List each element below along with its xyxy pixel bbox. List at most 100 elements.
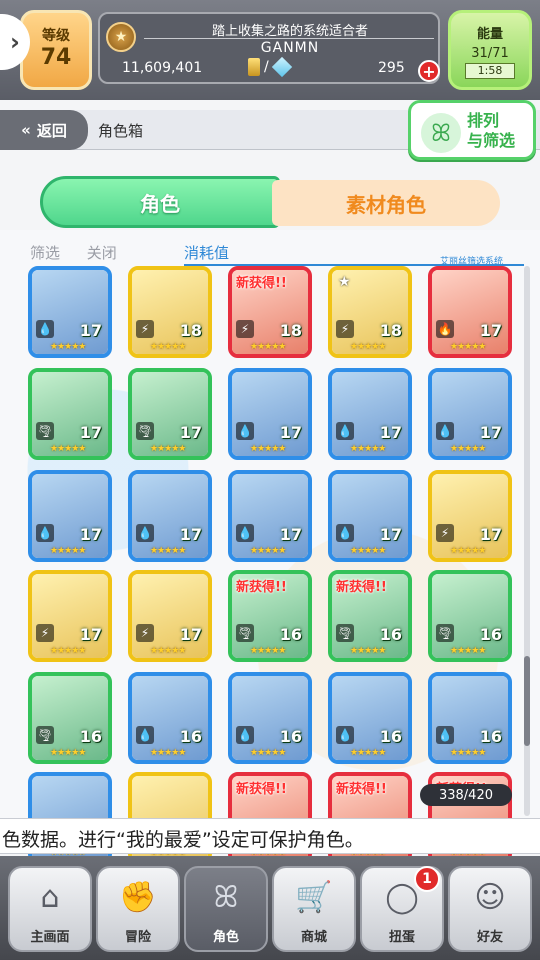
thunder-element-icon: ⚡ xyxy=(136,320,154,338)
character-card[interactable]: 💧 17 ★★★★★ xyxy=(228,470,312,562)
thunder-element-icon: ⚡ xyxy=(336,320,354,338)
rarity-stars-icon: ★★★★★ xyxy=(150,342,186,352)
filter-label: 筛选 xyxy=(30,244,61,262)
rarity-stars-icon: ★★★★★ xyxy=(450,646,486,656)
rarity-stars-icon: ★★★★★ xyxy=(250,546,286,556)
gem-count: 295 xyxy=(378,60,405,76)
character-card[interactable]: ★ ⚡ 18 ★★★★★ xyxy=(328,266,412,358)
nav-home[interactable]: ⌂ 主画面 xyxy=(8,866,92,952)
nav-label: 主画面 xyxy=(30,930,70,945)
character-card[interactable]: 💧 17 ★★★★★ xyxy=(128,470,212,562)
nav-label: 扭蛋 xyxy=(388,930,415,945)
handshake-icon: ✊ xyxy=(119,880,157,915)
water-element-icon: 💧 xyxy=(36,524,54,542)
top-status-bar: 等级 74 › ★ 踏上收集之路的系统适合者 GANMN 11,609,401 … xyxy=(0,0,540,100)
rarity-stars-icon: ★★★★★ xyxy=(250,342,286,352)
rarity-stars-icon: ★★★★★ xyxy=(350,748,386,758)
card-level: 18 xyxy=(179,321,202,340)
character-card[interactable]: 🌪 16 ★★★★★ xyxy=(428,570,512,662)
crystal-icon xyxy=(271,56,292,78)
card-level: 17 xyxy=(79,321,102,340)
nav-friends[interactable]: ☺ 好友 xyxy=(448,866,532,952)
new-acquired-tag: 新获得!! xyxy=(336,580,387,595)
rarity-stars-icon: ★★★★★ xyxy=(450,342,486,352)
card-level: 17 xyxy=(279,423,302,442)
back-button-label: 返回 xyxy=(36,121,67,140)
sort-filter-button[interactable]: ꕤ 排列 与筛选 xyxy=(408,100,536,160)
character-card[interactable]: 💧 17 ★★★★★ xyxy=(328,470,412,562)
new-acquired-tag: 新获得!! xyxy=(236,276,287,291)
character-card[interactable]: 💧 16 ★★★★★ xyxy=(128,672,212,764)
character-card[interactable]: ⚡ 17 ★★★★★ xyxy=(428,470,512,562)
coin-count: 11,609,401 xyxy=(122,60,203,76)
gacha-notification-badge: 1 xyxy=(414,866,440,892)
card-level: 17 xyxy=(479,525,502,544)
character-card[interactable]: ⚡ 17 ★★★★★ xyxy=(28,570,112,662)
player-title-panel: ★ 踏上收集之路的系统适合者 GANMN 11,609,401 / 295 + xyxy=(98,12,440,84)
card-level: 17 xyxy=(179,525,202,544)
card-level: 16 xyxy=(279,625,302,644)
character-card[interactable]: ⚡ 18 ★★★★★ xyxy=(128,266,212,358)
rarity-stars-icon: ★★★★★ xyxy=(50,546,86,556)
thunder-element-icon: ⚡ xyxy=(136,624,154,642)
scrollbar[interactable] xyxy=(524,266,530,816)
character-card[interactable]: 新获得!! ⚡ 18 ★★★★★ xyxy=(228,266,312,358)
divider xyxy=(144,38,434,39)
currency-icons: / xyxy=(248,56,292,78)
character-card[interactable]: ⚡ 17 ★★★★★ xyxy=(128,570,212,662)
card-level: 17 xyxy=(179,625,202,644)
card-level: 18 xyxy=(279,321,302,340)
water-element-icon: 💧 xyxy=(436,422,454,440)
bottom-navigation: ⌂ 主画面 ✊ 冒险 ꕤ 角色 🛒 商城 ◯ 扭蛋 ☺ 好友 xyxy=(0,856,540,960)
character-card[interactable]: 💧 17 ★★★★★ xyxy=(328,368,412,460)
nav-adventure[interactable]: ✊ 冒险 xyxy=(96,866,180,952)
character-card[interactable]: 新获得!! 🌪 16 ★★★★★ xyxy=(328,570,412,662)
rarity-stars-icon: ★★★★★ xyxy=(450,748,486,758)
thunder-element-icon: ⚡ xyxy=(36,624,54,642)
rarity-stars-icon: ★★★★★ xyxy=(450,444,486,454)
medal-icon: ★ xyxy=(106,22,136,52)
sort-key-label[interactable]: 消耗值 xyxy=(184,242,229,263)
scrollbar-thumb[interactable] xyxy=(524,656,530,746)
wind-element-icon: 🌪 xyxy=(336,624,354,642)
rarity-stars-icon: ★★★★★ xyxy=(50,748,86,758)
character-card[interactable]: 🌪 17 ★★★★★ xyxy=(28,368,112,460)
character-card[interactable]: 💧 17 ★★★★★ xyxy=(228,368,312,460)
character-card[interactable]: 🌪 16 ★★★★★ xyxy=(28,672,112,764)
character-card[interactable]: 🔥 17 ★★★★★ xyxy=(428,266,512,358)
filter-toggle[interactable]: 筛选 关闭 xyxy=(30,242,139,263)
tab-characters[interactable]: 角色 xyxy=(40,176,280,228)
rabbit-icon: ꕤ xyxy=(421,113,461,153)
level-value: 74 xyxy=(40,45,72,70)
ticker-text: 色数据。进行“我的最爱”设定可保护角色。 xyxy=(2,829,364,851)
nav-characters[interactable]: ꕤ 角色 xyxy=(184,866,268,952)
card-level: 16 xyxy=(479,625,502,644)
character-card[interactable]: 🌪 17 ★★★★★ xyxy=(128,368,212,460)
card-level: 17 xyxy=(479,321,502,340)
hint-ticker: 色数据。进行“我的最爱”设定可保护角色。 xyxy=(0,818,540,854)
rarity-stars-icon: ★★★★★ xyxy=(350,546,386,556)
character-card[interactable]: 💧 17 ★★★★★ xyxy=(28,470,112,562)
tab-material-characters[interactable]: 素材角色 xyxy=(272,180,500,226)
card-level: 17 xyxy=(379,525,402,544)
card-level: 17 xyxy=(79,625,102,644)
sort-filter-label: 排列 与筛选 xyxy=(467,111,515,151)
filter-row: 筛选 关闭 消耗值 艾丽丝筛选系统 xyxy=(0,238,540,267)
add-gems-button[interactable]: + xyxy=(418,60,440,82)
character-card[interactable]: 新获得!! 🌪 16 ★★★★★ xyxy=(228,570,312,662)
water-element-icon: 💧 xyxy=(236,726,254,744)
character-card[interactable]: 💧 17 ★★★★★ xyxy=(428,368,512,460)
character-card[interactable]: 💧 17 ★★★★★ xyxy=(28,266,112,358)
rabbit-icon: ꕤ xyxy=(213,880,239,915)
water-element-icon: 💧 xyxy=(236,422,254,440)
nav-shop[interactable]: 🛒 商城 xyxy=(272,866,356,952)
back-button[interactable]: « 返回 xyxy=(0,110,88,150)
water-element-icon: 💧 xyxy=(336,422,354,440)
rarity-stars-icon: ★★★★★ xyxy=(450,546,486,556)
character-card[interactable]: 💧 16 ★★★★★ xyxy=(328,672,412,764)
character-card[interactable]: 💧 16 ★★★★★ xyxy=(428,672,512,764)
energy-value: 31/71 xyxy=(471,46,509,61)
card-level: 17 xyxy=(279,525,302,544)
character-card[interactable]: 💧 16 ★★★★★ xyxy=(228,672,312,764)
card-level: 16 xyxy=(79,727,102,746)
